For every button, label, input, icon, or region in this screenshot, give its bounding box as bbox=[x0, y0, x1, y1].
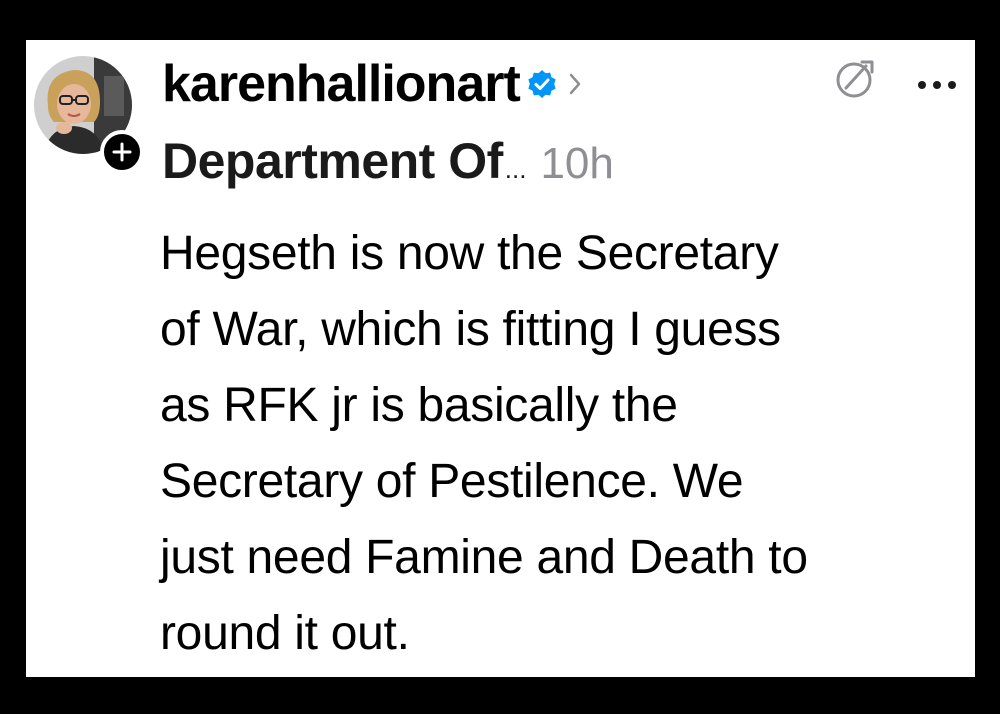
post-text-line: Hegseth is now the Secretary bbox=[160, 227, 779, 280]
topic-tag[interactable]: Department Of bbox=[162, 132, 503, 190]
translate-button[interactable] bbox=[832, 54, 880, 102]
verified-badge-icon bbox=[526, 68, 558, 100]
post-text-line: round it out. bbox=[160, 607, 410, 660]
post-text-line: of War, which is fitting I guess bbox=[160, 303, 781, 356]
post-card: karenhallionart Department Of ... 10h He… bbox=[26, 40, 975, 677]
timestamp: 10h bbox=[540, 139, 614, 188]
avatar-container bbox=[34, 56, 144, 174]
chevron-right-icon[interactable] bbox=[568, 69, 586, 99]
more-options-button[interactable] bbox=[912, 70, 962, 100]
topic-ellipsis: ... bbox=[504, 154, 527, 184]
post-text-line: Secretary of Pestilence. We bbox=[160, 455, 744, 508]
post-text-line: just need Famine and Death to bbox=[160, 531, 808, 584]
follow-button[interactable] bbox=[100, 130, 144, 174]
plus-icon bbox=[112, 142, 132, 162]
translate-icon bbox=[836, 60, 874, 98]
username[interactable]: karenhallionart bbox=[162, 58, 521, 110]
post-body: Hegseth is now the Secretary of War, whi… bbox=[160, 216, 960, 672]
more-horizontal-icon bbox=[918, 81, 956, 89]
author-row: karenhallionart bbox=[162, 54, 586, 114]
topic-row: Department Of ... 10h bbox=[162, 132, 614, 192]
post-text-line: as RFK jr is basically the bbox=[160, 379, 678, 432]
